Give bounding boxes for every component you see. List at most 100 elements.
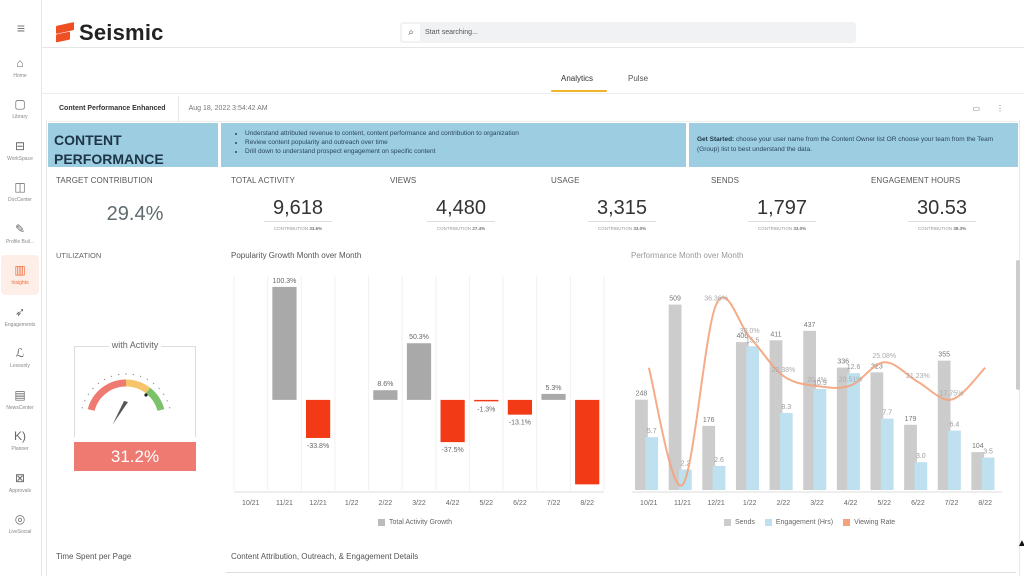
sidebar-item-engagements[interactable]: ➶ Engagements xyxy=(0,296,40,336)
hamburger-icon[interactable]: ≡ xyxy=(13,21,29,35)
sidebar-item-library[interactable]: ▢ Library xyxy=(0,89,40,129)
sidebar-item-approvals[interactable]: ⊠ Approvals xyxy=(0,462,40,502)
search-placeholder: Start searching... xyxy=(425,29,478,36)
sidebar-item-profile-buil[interactable]: ✎ Profile Buil... xyxy=(0,213,40,253)
legend-label[interactable]: Engagement (Hrs) xyxy=(776,519,833,526)
data-label: -37.5% xyxy=(442,447,464,454)
planner-icon: K) xyxy=(14,429,26,443)
x-tick-label: 5/22 xyxy=(479,500,493,507)
brand-name: Seismic xyxy=(79,20,164,45)
kpi-value[interactable]: 9,618 xyxy=(238,197,358,220)
x-tick-label: 11/21 xyxy=(276,500,293,507)
legend-label[interactable]: Viewing Rate xyxy=(854,519,895,526)
gauge-tick xyxy=(132,373,135,376)
gauge-tick xyxy=(97,382,100,385)
bar-engagement xyxy=(645,437,659,490)
gauge-tick xyxy=(92,387,94,390)
bar xyxy=(541,393,566,400)
tab-analytics[interactable]: Analytics xyxy=(561,74,593,83)
gauge-tick xyxy=(110,375,113,378)
sidebar-item-label: Approvals xyxy=(8,487,32,494)
kpi-value[interactable]: 4,480 xyxy=(401,197,521,220)
legend-swatch xyxy=(378,519,385,526)
sidebar-item-insights[interactable]: ▥ Insights xyxy=(1,254,39,295)
sidebar-item-label: DocCenter xyxy=(8,197,32,203)
sidebar-item-workspace[interactable]: ⊟ WorkSpace xyxy=(0,130,40,170)
x-tick-label: 2/22 xyxy=(379,500,393,507)
sidebar-item-label: LiveSocial xyxy=(8,529,32,535)
data-label: 248 xyxy=(636,391,648,398)
x-tick-label: 6/22 xyxy=(911,500,925,507)
x-tick-label: 4/22 xyxy=(446,500,460,507)
send-icon: ➶ xyxy=(14,304,26,319)
legend-swatch xyxy=(764,519,772,526)
report-title: Content Performance Enhanced xyxy=(59,95,179,122)
kpi-value[interactable]: 3,315 xyxy=(562,197,682,220)
bar-engagement xyxy=(712,465,726,490)
x-tick-label: 12/21 xyxy=(309,500,327,507)
x-tick-label: 3/22 xyxy=(412,500,426,507)
line-data-label: 36.36% xyxy=(704,296,728,303)
section-time-spent: Time Spent per Page xyxy=(56,552,132,561)
line-data-label: 21.23% xyxy=(906,373,930,380)
kpi-label: VIEWS xyxy=(390,176,417,185)
legend-label[interactable]: Sends xyxy=(735,519,755,526)
x-tick-label: 6/22 xyxy=(513,500,527,507)
legend-label[interactable]: Total Activity Growth xyxy=(389,519,452,526)
line-data-label: 22.38% xyxy=(771,367,795,374)
section-details: Content Attribution, Outreach, & Engagem… xyxy=(231,552,419,561)
kpi-contribution: CONTRIBUTION 38.3% xyxy=(917,226,967,231)
data-label: -1.3% xyxy=(477,406,495,413)
line-data-label: 30.0% xyxy=(740,328,760,335)
seismic-logo-icon xyxy=(56,22,74,43)
sidebar-item-label: Library xyxy=(12,114,28,120)
sidebar-item-livesocial[interactable]: ◎ LiveSocial xyxy=(0,504,40,544)
sidebar-item-newscenter[interactable]: ▤ NewsCenter xyxy=(0,379,40,419)
data-label: 5.3% xyxy=(546,385,562,392)
report-header: Content Performance Enhanced Aug 18, 202… xyxy=(48,95,1018,122)
x-tick-label: 1/22 xyxy=(743,500,757,507)
search-icon[interactable]: ⌕ xyxy=(402,24,420,41)
gauge-tick xyxy=(146,378,149,381)
sidebar-item-home[interactable]: ⌂ Home xyxy=(0,47,40,87)
bar xyxy=(406,343,432,400)
kpi-divider xyxy=(427,221,495,222)
seismic-logo[interactable]: Seismic xyxy=(56,20,164,46)
bar-engagement xyxy=(948,430,961,490)
report-date: Aug 18, 2022 3:54:42 AM xyxy=(188,105,268,112)
sidebar-item-lessonly[interactable]: ℒ Lessonly xyxy=(0,338,40,378)
sidebar-item-planner[interactable]: K) Planner xyxy=(0,421,40,461)
details-table xyxy=(226,572,1016,576)
get-started-label: Get Started: xyxy=(697,136,735,143)
search-input[interactable]: ⌕ Start searching... xyxy=(400,22,856,43)
chart-title: Performance Month over Month xyxy=(631,251,744,260)
kpi-value[interactable]: 30.53 xyxy=(882,197,1002,220)
more-options-icon[interactable]: ⋮ xyxy=(996,104,1004,113)
mouse-cursor: ▲ xyxy=(1017,538,1024,549)
kpi-divider xyxy=(748,221,816,222)
doccenter-icon: ◫ xyxy=(14,180,26,194)
wrench-icon: ✎ xyxy=(14,221,26,236)
gauge-tick xyxy=(84,400,86,402)
gauge-needle xyxy=(112,401,128,425)
data-label: 6.4 xyxy=(950,422,960,429)
x-tick-label: 7/22 xyxy=(547,500,561,507)
scrollbar[interactable] xyxy=(1016,260,1020,390)
kpi-contribution: CONTRIBUTION 33.0% xyxy=(597,226,647,231)
gauge-center xyxy=(144,393,148,397)
kpi-contribution: CONTRIBUTION 33.0% xyxy=(757,226,807,231)
active-tab-indicator xyxy=(551,90,607,92)
x-tick-label: 8/22 xyxy=(978,500,992,507)
sidebar-item-label: Engagements xyxy=(4,321,36,328)
chart-title: Popularity Growth Month over Month xyxy=(231,251,362,260)
bar xyxy=(272,286,297,400)
data-label: 8.3 xyxy=(781,404,791,411)
caption-icon[interactable]: ▭ xyxy=(972,104,980,113)
sidebar-item-doccenter[interactable]: ◫ DocCenter xyxy=(0,172,40,212)
kpi-value[interactable]: 1,797 xyxy=(722,197,842,220)
tab-pulse[interactable]: Pulse xyxy=(628,74,648,83)
data-label: 3.5 xyxy=(983,449,993,456)
gauge-segment xyxy=(87,379,127,412)
utilization-gauge[interactable]: with Activity xyxy=(74,340,196,448)
sidebar-item-label: Lessonly xyxy=(10,363,30,369)
